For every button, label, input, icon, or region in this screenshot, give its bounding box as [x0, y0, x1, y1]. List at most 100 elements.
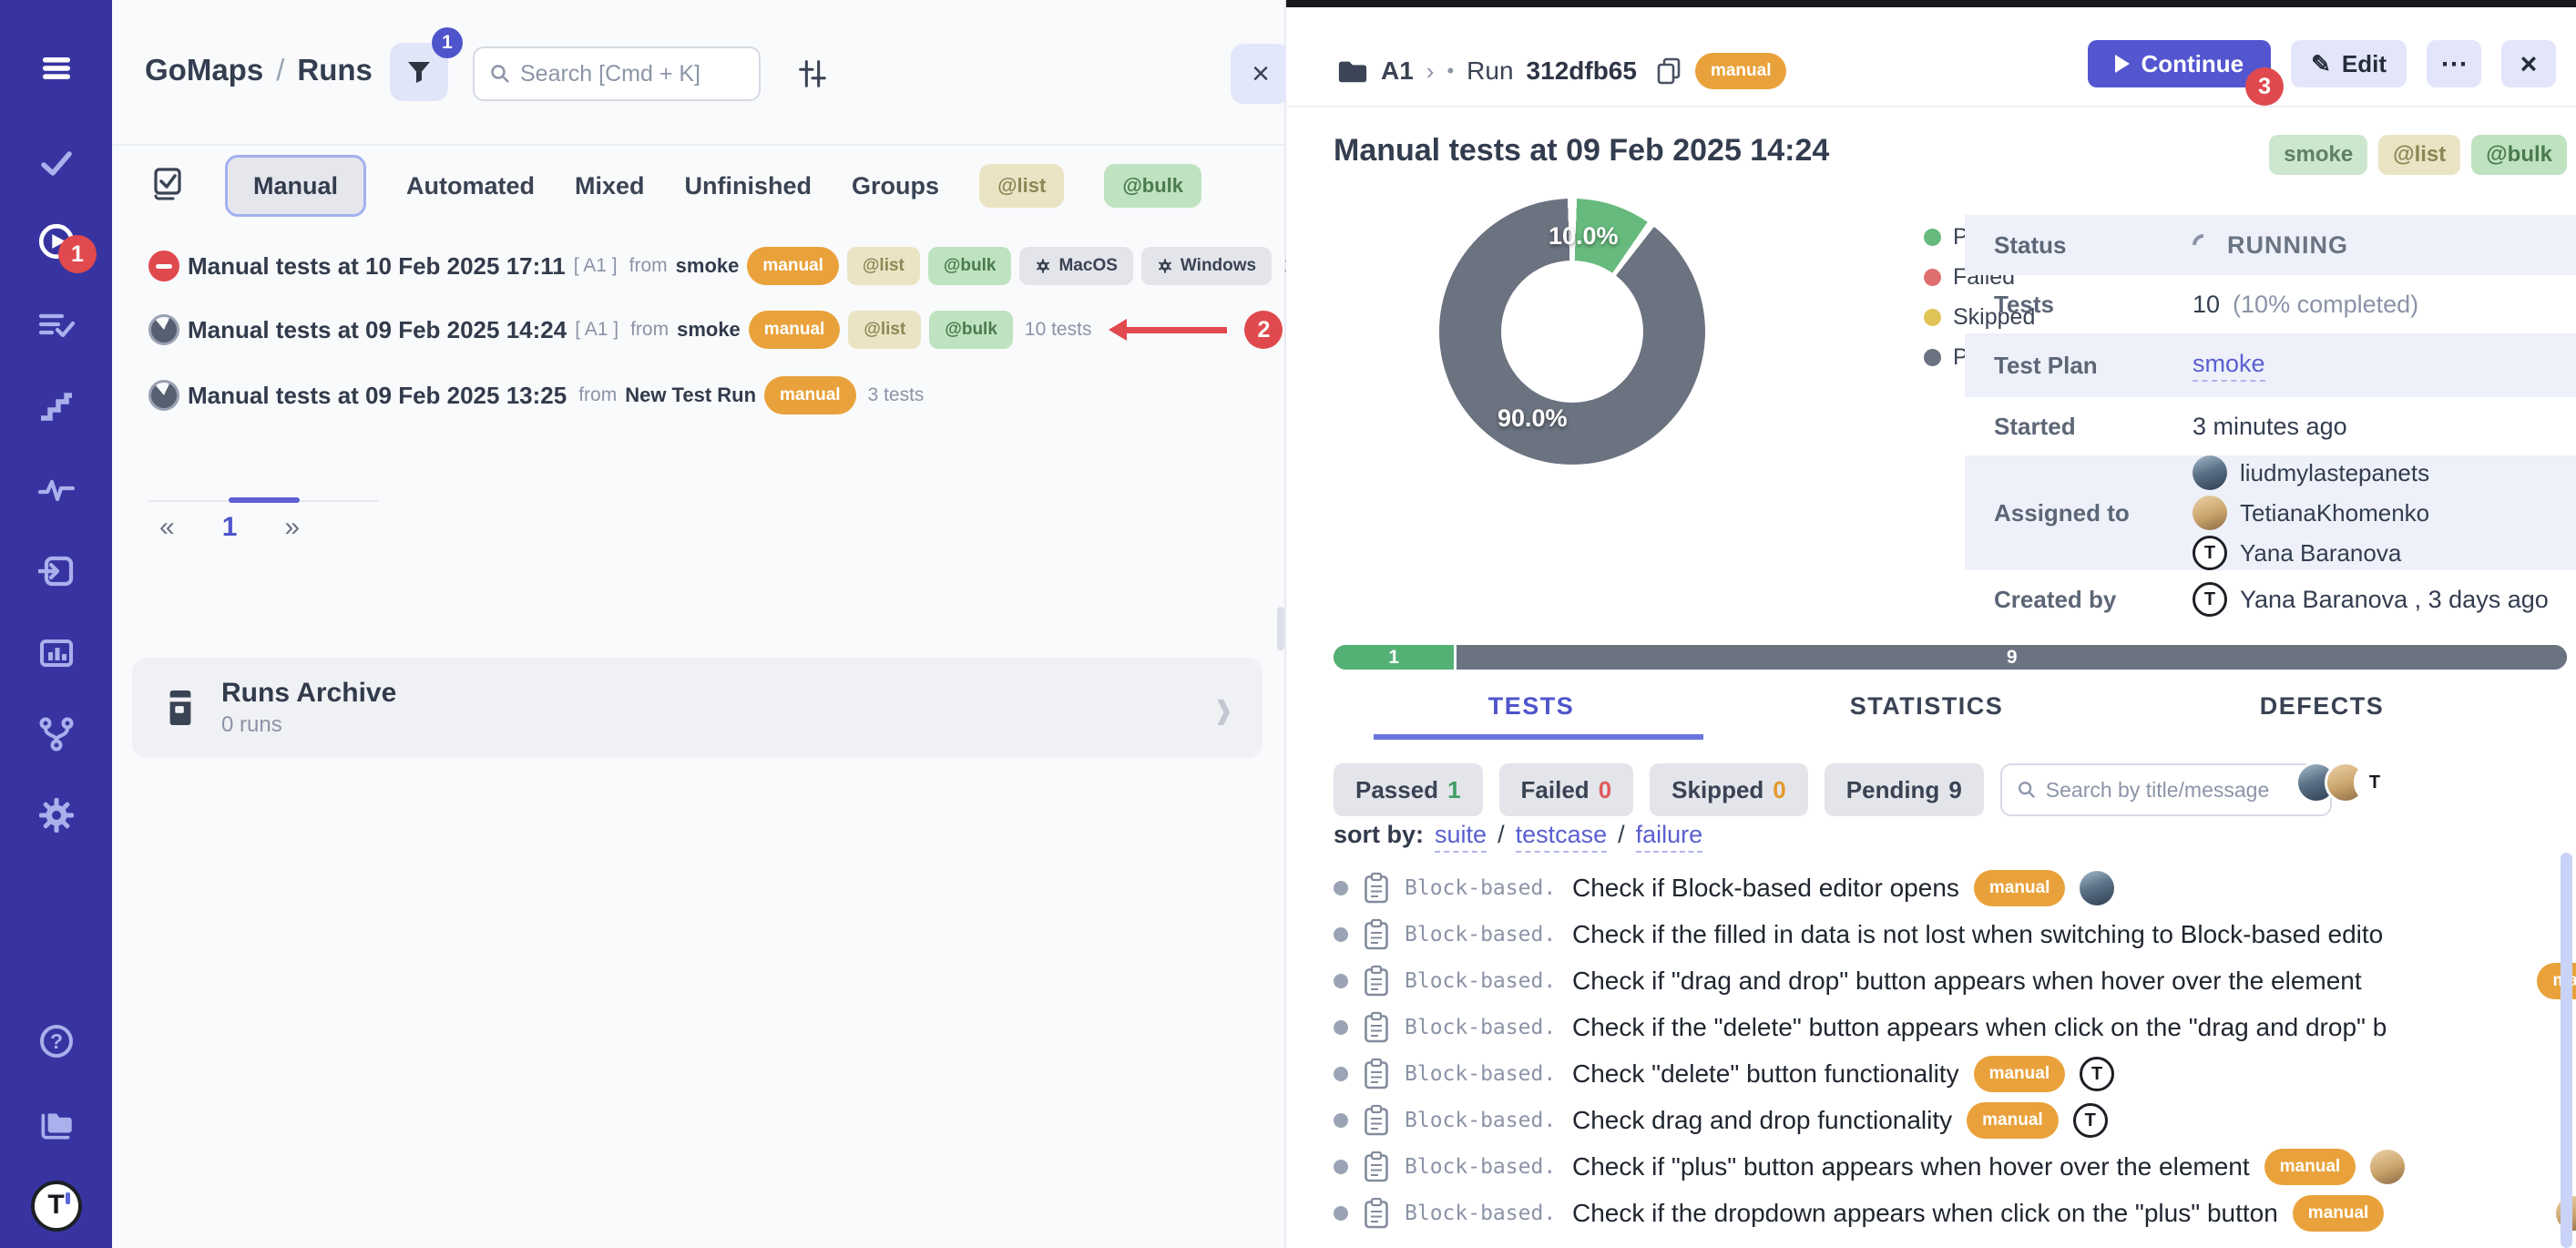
- manual-badge: manual: [764, 376, 856, 414]
- assigned-label: Assigned to: [1965, 499, 2193, 527]
- run-from-label: from: [578, 384, 617, 406]
- activity-icon[interactable]: [36, 468, 77, 510]
- test-title: Check "delete" button functionality: [1572, 1059, 1959, 1089]
- bulk-tag[interactable]: @bulk: [2471, 135, 2567, 175]
- test-title: Check if "plus" button appears when hove…: [1572, 1152, 2250, 1182]
- run-detail-panel: A1 › • Run 312dfb65 manual Continue 3 ✎ …: [1286, 7, 2576, 1248]
- select-all-icon[interactable]: [148, 166, 185, 207]
- left-scrollbar-thumb[interactable]: [1277, 607, 1284, 650]
- search-input[interactable]: [520, 61, 739, 87]
- test-row[interactable]: Block-based... Check if the filled in da…: [1334, 912, 2576, 957]
- funnel-icon: [406, 59, 432, 85]
- sort-by-failure[interactable]: failure: [1636, 821, 1703, 853]
- project-name[interactable]: GoMaps: [145, 53, 263, 87]
- tab-tag-list[interactable]: @list: [979, 164, 1064, 208]
- sidebar: 1 ? T: [0, 0, 112, 1248]
- assignee: TYana Baranova: [2193, 536, 2429, 570]
- run-row[interactable]: Manual tests at 10 Feb 2025 17:11 [ A1 ]…: [148, 244, 1275, 288]
- test-row[interactable]: Block-based... Check if the "delete" but…: [1334, 1005, 2576, 1050]
- tests-search[interactable]: [2000, 763, 2332, 816]
- test-row[interactable]: Block-based... Check if Block-based edit…: [1334, 865, 2576, 911]
- tests-scrollbar-thumb[interactable]: [2561, 853, 2572, 1248]
- filter-pending[interactable]: Pending9: [1825, 763, 1984, 816]
- windows-badge: Windows: [1141, 247, 1272, 285]
- test-title: Check if "drag and drop" button appears …: [1572, 967, 2362, 996]
- user-avatar-logo[interactable]: T: [31, 1181, 82, 1232]
- avatar: [2193, 496, 2227, 530]
- test-title: Check if the filled in data is not lost …: [1572, 920, 2383, 949]
- filter-skipped[interactable]: Skipped0: [1650, 763, 1808, 816]
- tab-statistics[interactable]: STATISTICS: [1729, 692, 2124, 721]
- runs-archive-card[interactable]: Runs Archive 0 runs ›: [132, 658, 1262, 758]
- global-search[interactable]: [473, 46, 761, 101]
- tab-tests[interactable]: TESTS: [1334, 692, 1729, 721]
- next-page-button[interactable]: »: [284, 512, 300, 543]
- test-row[interactable]: Block-based... Check if "drag and drop" …: [1334, 958, 2576, 1004]
- filter-failed[interactable]: Failed0: [1499, 763, 1634, 816]
- current-page[interactable]: 1: [222, 512, 238, 543]
- plan-label: Test Plan: [1965, 352, 2193, 380]
- avatar: [2370, 1150, 2405, 1184]
- tab-defects[interactable]: DEFECTS: [2124, 692, 2520, 721]
- sort-by-suite[interactable]: suite: [1435, 821, 1487, 853]
- sort-by-testcase[interactable]: testcase: [1516, 821, 1608, 853]
- view-settings-icon[interactable]: [792, 53, 833, 95]
- test-row[interactable]: Block-based... Check "delete" button fun…: [1334, 1051, 2576, 1097]
- active-tab-indicator: [1374, 734, 1703, 740]
- edit-button[interactable]: ✎ Edit: [2291, 40, 2407, 87]
- list-check-icon[interactable]: [36, 304, 77, 346]
- test-row[interactable]: Block-based... Check if the dropdown app…: [1334, 1191, 2576, 1236]
- test-row[interactable]: Block-based... Check if "plus" button ap…: [1334, 1144, 2576, 1190]
- run-breadcrumb: A1 › • Run 312dfb65 manual: [1337, 46, 1786, 97]
- filter-passed[interactable]: Passed1: [1334, 763, 1483, 816]
- tab-tag-bulk[interactable]: @bulk: [1104, 164, 1201, 208]
- branch-icon[interactable]: [36, 712, 77, 754]
- run-source: smoke: [676, 254, 740, 278]
- tab-mixed[interactable]: Mixed: [575, 172, 645, 200]
- annotation-badge-2: 2: [1244, 311, 1283, 349]
- run-detail-title: Manual tests at 09 Feb 2025 14:24: [1334, 133, 1829, 169]
- status-dot-icon: [1334, 1206, 1348, 1221]
- bar-chart-icon[interactable]: [36, 632, 77, 674]
- folders-icon[interactable]: [36, 1102, 77, 1144]
- app-window: 1 ? T: [0, 0, 2576, 1248]
- run-row[interactable]: Manual tests at 09 Feb 2025 13:25 from N…: [148, 373, 1275, 417]
- steps-icon[interactable]: [36, 386, 77, 428]
- more-button[interactable]: ⋯: [2427, 40, 2481, 87]
- gear-icon[interactable]: [36, 794, 77, 836]
- tests-search-input[interactable]: [2046, 778, 2301, 803]
- tab-groups[interactable]: Groups: [852, 172, 939, 200]
- menu-icon[interactable]: [36, 47, 77, 89]
- archive-count: 0 runs: [221, 712, 396, 738]
- manual-badge: manual: [1974, 1056, 2066, 1092]
- manual-badge: manual: [1974, 870, 2066, 906]
- tab-unfinished[interactable]: Unfinished: [685, 172, 813, 200]
- test-suite: Block-based...: [1405, 969, 1558, 993]
- help-icon[interactable]: ?: [36, 1020, 77, 1062]
- smoke-tag[interactable]: smoke: [2269, 135, 2367, 175]
- plan-link[interactable]: smoke: [2193, 350, 2265, 382]
- test-row[interactable]: Block-based... Check drag and drop funct…: [1334, 1098, 2576, 1143]
- list-tag[interactable]: @list: [2378, 135, 2460, 175]
- windows-label: Windows: [1181, 256, 1256, 276]
- assignee: liudmylastepanets: [2193, 455, 2429, 490]
- avatar: T: [2073, 1103, 2108, 1138]
- filter-count: 9: [1948, 776, 1961, 804]
- tab-automated[interactable]: Automated: [406, 172, 535, 200]
- import-icon[interactable]: [36, 550, 77, 592]
- close-panel-button[interactable]: ×: [1231, 44, 1291, 104]
- prev-page-button[interactable]: «: [159, 512, 175, 543]
- run-ref: [ A1 ]: [575, 319, 618, 341]
- status-label: Status: [1965, 231, 2193, 260]
- copy-run-id-button[interactable]: [1655, 56, 1682, 86]
- detail-header-divider: [1286, 106, 2576, 107]
- avatar: T: [2080, 1057, 2114, 1091]
- check-icon[interactable]: [36, 142, 77, 184]
- breadcrumb-folder[interactable]: A1: [1381, 56, 1414, 86]
- continue-button[interactable]: Continue 3: [2088, 40, 2271, 87]
- test-suite: Block-based...: [1405, 1202, 1558, 1225]
- tab-manual[interactable]: Manual: [225, 155, 366, 217]
- assignee-avatar-stack[interactable]: T: [2295, 762, 2396, 803]
- close-detail-button[interactable]: ×: [2501, 40, 2556, 87]
- run-row[interactable]: Manual tests at 09 Feb 2025 14:24 [ A1 ]…: [148, 308, 1275, 352]
